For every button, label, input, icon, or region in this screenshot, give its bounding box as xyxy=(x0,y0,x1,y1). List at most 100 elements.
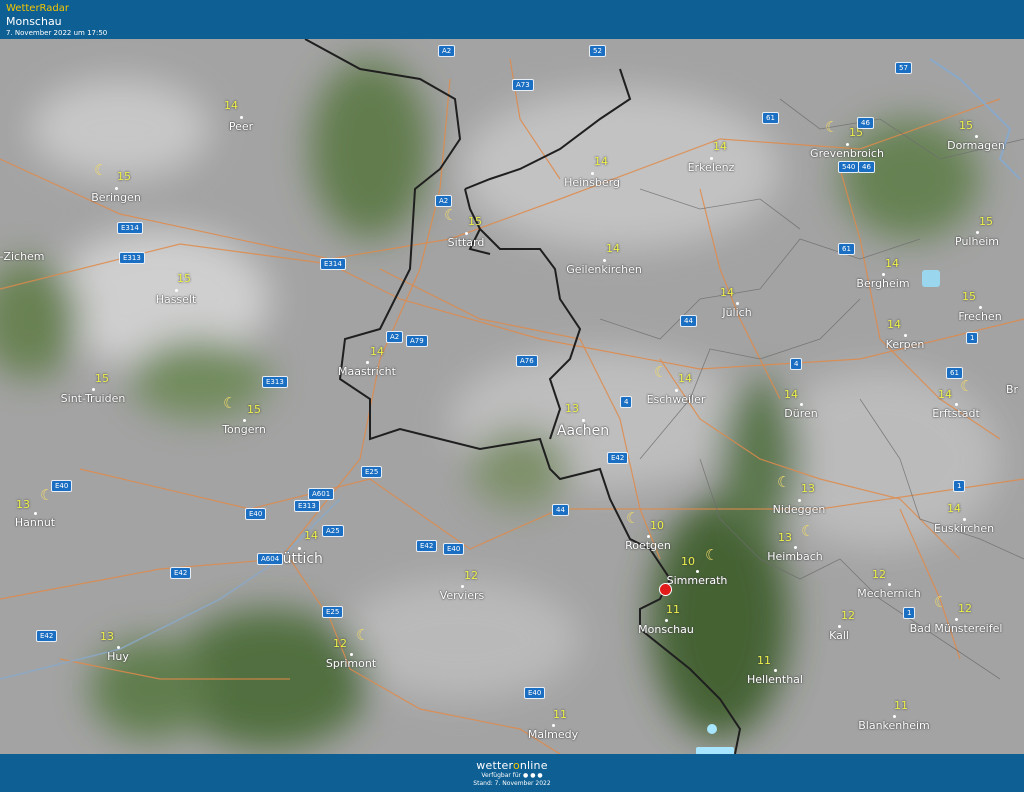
road-shield: E42 xyxy=(170,567,192,579)
temperature-hannut: 13 xyxy=(16,498,30,511)
temperature-mechernich: 12 xyxy=(872,568,886,581)
city-label-peer[interactable]: Peer xyxy=(229,120,253,133)
city-label-mechernich[interactable]: Mechernich xyxy=(857,587,920,600)
city-label-edge: Br xyxy=(1005,383,1019,396)
city-label-hasselt[interactable]: Hasselt xyxy=(156,293,197,306)
temperature-erftstadt: 14 xyxy=(938,388,952,401)
city-label-monschau[interactable]: Monschau xyxy=(638,623,694,636)
city-label-huy[interactable]: Huy xyxy=(107,650,129,663)
city-label-malmedy[interactable]: Malmedy xyxy=(528,728,578,741)
temperature-geilenkirchen: 14 xyxy=(606,242,620,255)
road-shield: A25 xyxy=(322,525,344,537)
wetteronline-logo[interactable]: wetteronline xyxy=(0,759,1024,772)
road-shield: 1 xyxy=(966,332,979,344)
road-shield: 4 xyxy=(790,358,803,370)
road-shield: 61 xyxy=(946,367,963,379)
city-label-aachen[interactable]: Aachen xyxy=(557,423,609,439)
temperature-kall: 12 xyxy=(841,609,855,622)
city-label-erkelenz[interactable]: Erkelenz xyxy=(688,161,735,174)
road-shield: 1 xyxy=(903,607,916,619)
city-label-geilenkirchen[interactable]: Geilenkirchen xyxy=(566,263,642,276)
city-label-blankenheim[interactable]: Blankenheim xyxy=(858,719,930,732)
road-shield: E40 xyxy=(524,687,546,699)
city-label-simmerath[interactable]: Simmerath xyxy=(667,574,728,587)
timestamp: 7. November 2022 um 17:50 xyxy=(6,29,108,37)
app-header: WetterRadar Monschau 7. November 2022 um… xyxy=(0,0,1024,39)
city-label-euskirchen[interactable]: Euskirchen xyxy=(934,522,994,535)
road-shield: E314 xyxy=(117,222,143,234)
city-dot xyxy=(888,583,891,586)
city-dot xyxy=(975,135,978,138)
road-shield: E25 xyxy=(322,606,344,618)
temperature-sint-truiden: 15 xyxy=(95,372,109,385)
moon-icon: ☾ xyxy=(444,206,458,224)
city-dot xyxy=(904,334,907,337)
city-label-bad-münstereifel[interactable]: Bad Münstereifel xyxy=(910,622,1003,635)
city-label-beringen[interactable]: Beringen xyxy=(91,191,141,204)
temperature-frechen: 15 xyxy=(962,290,976,303)
city-dot xyxy=(955,618,958,621)
moon-icon: ☾ xyxy=(777,473,791,491)
city-label-jülich[interactable]: Jülich xyxy=(722,306,751,319)
city-label-grevenbroich[interactable]: Grevenbroich xyxy=(810,147,884,160)
city-label-sittard[interactable]: Sittard xyxy=(448,236,485,249)
road-shield: A2 xyxy=(438,45,456,57)
city-dot xyxy=(882,273,885,276)
city-dot xyxy=(582,419,585,422)
city-label-erftstadt[interactable]: Erftstadt xyxy=(932,407,980,420)
temperature-malmedy: 11 xyxy=(553,708,567,721)
road-shield: E313 xyxy=(119,252,145,264)
temperature-lüttich: 14 xyxy=(304,529,318,542)
city-label-düren[interactable]: Düren xyxy=(784,407,817,420)
city-dot xyxy=(175,289,178,292)
city-label-tongern[interactable]: Tongern xyxy=(222,423,266,436)
road-shield: 44 xyxy=(552,504,569,516)
city-dot xyxy=(465,232,468,235)
city-dot xyxy=(243,419,246,422)
road-shield: E25 xyxy=(361,466,383,478)
city-label-frechen[interactable]: Frechen xyxy=(958,310,1001,323)
city-label-hannut[interactable]: Hannut xyxy=(15,516,55,529)
city-label-bergheim[interactable]: Bergheim xyxy=(856,277,909,290)
city-label-dormagen[interactable]: Dormagen xyxy=(947,139,1005,152)
temperature-euskirchen: 14 xyxy=(947,502,961,515)
temperature-bergheim: 14 xyxy=(885,257,899,270)
city-label-kerpen[interactable]: Kerpen xyxy=(886,338,925,351)
city-dot xyxy=(350,653,353,656)
temperature-kerpen: 14 xyxy=(887,318,901,331)
city-label-heinsberg[interactable]: Heinsberg xyxy=(564,176,620,189)
city-label-edge: -Zichem xyxy=(0,250,45,263)
temperature-tongern: 15 xyxy=(247,403,261,416)
city-label-kall[interactable]: Kall xyxy=(829,629,849,642)
city-label-hellenthal[interactable]: Hellenthal xyxy=(747,673,803,686)
city-label-verviers[interactable]: Verviers xyxy=(440,589,485,602)
city-dot xyxy=(92,388,95,391)
moon-icon: ☾ xyxy=(960,377,974,395)
city-label-pulheim[interactable]: Pulheim xyxy=(955,235,999,248)
moon-icon: ☾ xyxy=(801,522,815,540)
road-shield: E42 xyxy=(36,630,58,642)
city-dot xyxy=(710,157,713,160)
city-label-maastricht[interactable]: Maastricht xyxy=(338,365,396,378)
location-pin-icon[interactable] xyxy=(659,583,672,596)
moon-icon: ☾ xyxy=(654,363,668,381)
city-label-eschweiler[interactable]: Eschweiler xyxy=(647,393,706,406)
app-footer: wetteronline Verfügbar für ● ● ● Stand: … xyxy=(0,754,1024,792)
temperature-verviers: 12 xyxy=(464,569,478,582)
road-shield: 46 xyxy=(858,161,875,173)
city-label-heimbach[interactable]: Heimbach xyxy=(767,550,823,563)
city-label-roetgen[interactable]: Roetgen xyxy=(625,539,671,552)
city-dot xyxy=(115,187,118,190)
city-label-nideggen[interactable]: Nideggen xyxy=(773,503,826,516)
city-dot xyxy=(963,518,966,521)
temperature-hasselt: 15 xyxy=(177,272,191,285)
city-dot xyxy=(979,306,982,309)
city-label-sprimont[interactable]: Sprimont xyxy=(326,657,376,670)
weather-map[interactable]: Peer 14 Beringen 15 ☾ Hasselt 15 Sint-Truiden 15… xyxy=(0,39,1024,754)
temperature-monschau: 11 xyxy=(666,603,680,616)
temperature-erkelenz: 14 xyxy=(713,140,727,153)
logo-part-2: nline xyxy=(519,759,548,772)
city-dot xyxy=(665,619,668,622)
road-shield: 1 xyxy=(953,480,966,492)
city-label-sint-truiden[interactable]: Sint-Truiden xyxy=(61,392,126,405)
